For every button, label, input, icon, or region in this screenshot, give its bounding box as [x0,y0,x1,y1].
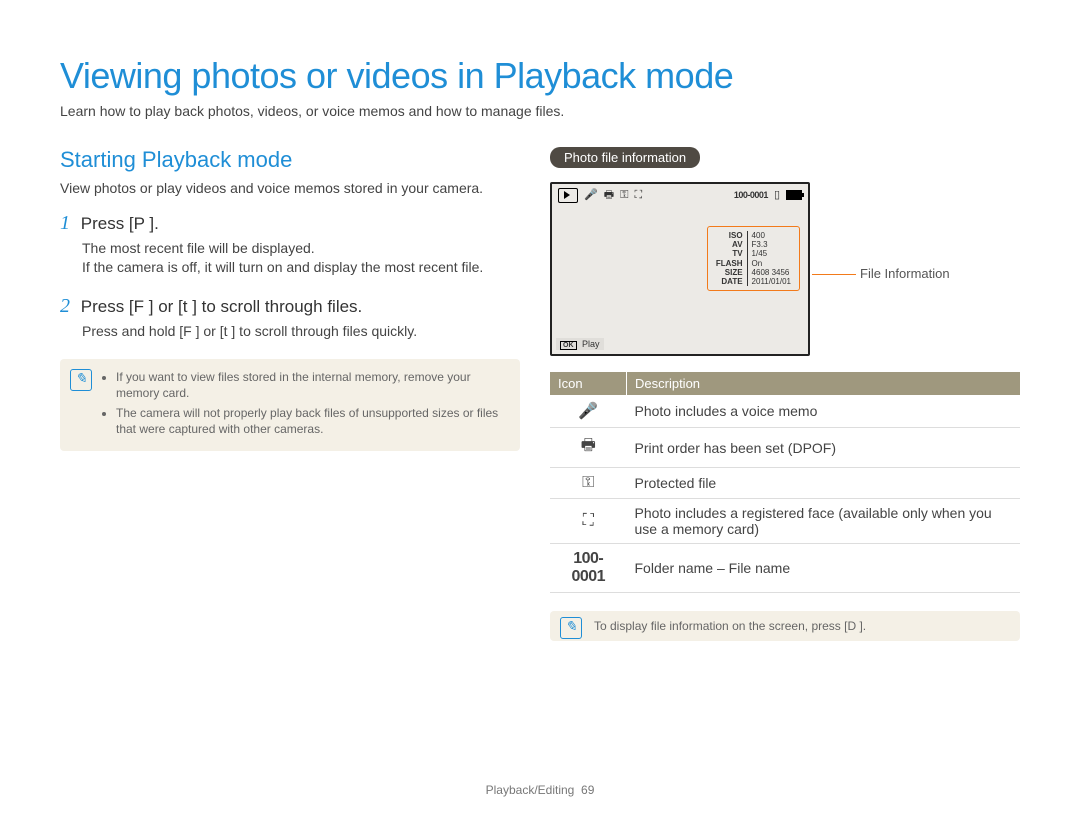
callout-line [812,274,856,275]
note-box: ✎ If you want to view files stored in th… [60,359,520,452]
mic-icon: 🎤 [550,395,627,428]
step-detail: Press and hold [F ] or [t ] to scroll th… [82,322,520,341]
section-heading: Starting Playback mode [60,147,520,173]
row-desc: Photo includes a registered face (availa… [627,499,1021,544]
step-text: Press [P ]. [81,214,159,233]
table-header-desc: Description [627,372,1021,395]
info-val: 4608 3456 [747,268,793,277]
print-icon: 🖶 [604,190,614,201]
step-detail: The most recent file will be displayed. [82,239,520,258]
battery-icon [786,190,802,200]
lock-icon: ⚿ [620,190,628,201]
ok-badge: OK [560,341,577,350]
note-item: If you want to view files stored in the … [116,369,506,401]
callout-label: File Information [860,266,950,281]
note-text: To display file information on the scree… [594,619,866,633]
info-val: On [747,259,793,268]
footer-page: 69 [581,783,594,797]
note-icon: ✎ [560,617,582,639]
info-val: 1/45 [747,249,793,258]
face-icon: ⛶ [634,190,642,201]
info-key: TV [714,249,747,258]
lock-icon: ⚿ [550,468,627,499]
lcd-illustration: 🎤 🖶 ⚿ ⛶ 100-0001 ▯ ISO400 AVF3.3 TV [550,182,850,356]
row-desc: Protected file [627,468,1021,499]
step-detail: If the camera is off, it will turn on an… [82,258,520,277]
info-val: F3.3 [747,240,793,249]
step-text: Press [F ] or [t ] to scroll through fil… [81,297,363,316]
note-icon: ✎ [70,369,92,391]
footer-section: Playback/Editing [486,783,575,797]
page-subtitle: Learn how to play back photos, videos, o… [60,103,1020,119]
info-key: FLASH [714,259,747,268]
info-val: 400 [747,231,793,240]
table-row: ⛶ Photo includes a registered face (avai… [550,499,1020,544]
table-row: 🖶 Print order has been set (DPOF) [550,428,1020,468]
right-column: Photo file information 🎤 🖶 ⚿ ⛶ 100-0001 … [550,147,1020,641]
table-row: 🎤 Photo includes a voice memo [550,395,1020,428]
face-icon: ⛶ [550,499,627,544]
folder-file-label: 100-0001 [734,190,768,200]
info-key: DATE [714,277,747,286]
step-number: 1 [60,212,70,234]
folder-file-icon: 100-0001 [550,544,627,593]
table-header-icon: Icon [550,372,627,395]
info-key: SIZE [714,268,747,277]
icon-description-table: Icon Description 🎤 Photo includes a voic… [550,372,1020,593]
play-icon [558,188,578,203]
table-row: 100-0001 Folder name – File name [550,544,1020,593]
info-key: AV [714,240,747,249]
card-icon: ▯ [774,190,780,201]
page-footer: Playback/Editing 69 [0,783,1080,797]
print-icon: 🖶 [550,428,627,468]
play-label: Play [582,339,600,349]
row-desc: Photo includes a voice memo [627,395,1021,428]
file-info-box: ISO400 AVF3.3 TV1/45 FLASHOn SIZE4608 34… [707,226,800,291]
row-desc: Print order has been set (DPOF) [627,428,1021,468]
row-desc: Folder name – File name [627,544,1021,593]
lcd-bottom-bar: OK Play [556,338,604,350]
note-box-small: ✎ To display file information on the scr… [550,611,1020,641]
note-item: The camera will not properly play back f… [116,405,506,437]
step-number: 2 [60,295,70,317]
section-pill: Photo file information [550,147,700,168]
page-title: Viewing photos or videos in Playback mod… [60,55,1020,97]
table-row: ⚿ Protected file [550,468,1020,499]
step-2: 2 Press [F ] or [t ] to scroll through f… [60,295,520,341]
mic-icon: 🎤 [584,190,598,201]
left-column: Starting Playback mode View photos or pl… [60,147,520,641]
info-val: 2011/01/01 [747,277,793,286]
info-key: ISO [714,231,747,240]
section-desc: View photos or play videos and voice mem… [60,179,520,198]
step-1: 1 Press [P ]. The most recent file will … [60,212,520,277]
